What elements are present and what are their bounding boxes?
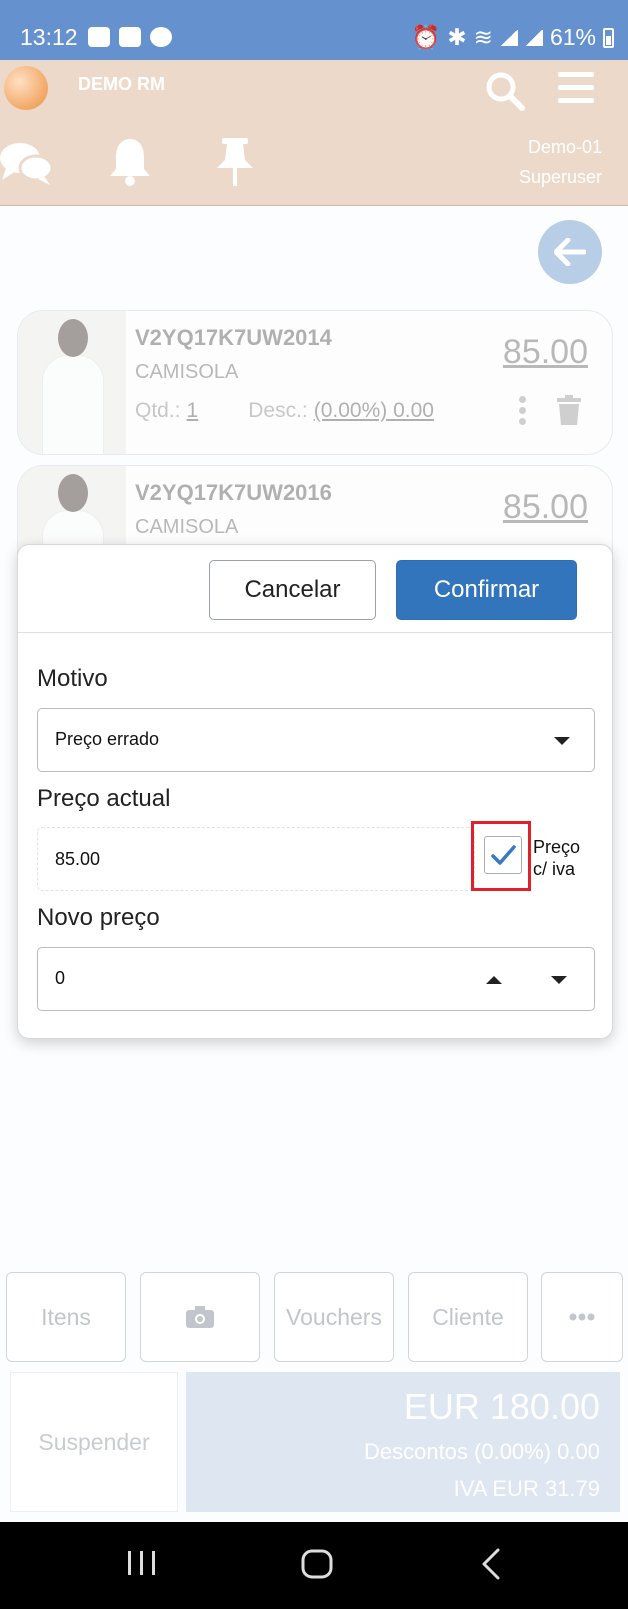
home-icon[interactable] bbox=[300, 1548, 334, 1580]
pin-icon[interactable] bbox=[214, 136, 256, 188]
battery-icon bbox=[603, 27, 614, 48]
app-name: DEMO RM bbox=[78, 74, 165, 94]
trash-icon[interactable] bbox=[556, 395, 582, 425]
chat-icon[interactable] bbox=[0, 140, 54, 186]
price-change-dialog: Cancelar Confirmar Motivo Preço errado P… bbox=[17, 544, 613, 1039]
back-nav-icon[interactable] bbox=[480, 1548, 502, 1580]
product-price[interactable]: 85.00 bbox=[503, 488, 588, 527]
reason-value: Preço errado bbox=[55, 729, 160, 749]
vouchers-button[interactable]: Vouchers bbox=[274, 1272, 394, 1362]
totals-panel[interactable]: EUR 180.00 Descontos (0.00%) 0.00 IVA EU… bbox=[186, 1372, 620, 1512]
confirm-button[interactable]: Confirmar bbox=[396, 560, 577, 620]
client-button[interactable]: Cliente bbox=[408, 1272, 528, 1362]
reason-select[interactable]: Preço errado bbox=[37, 708, 595, 772]
discount-value[interactable]: (0.00%) 0.00 bbox=[314, 399, 434, 423]
total-amount: EUR 180.00 bbox=[403, 1386, 600, 1427]
discount-summary: Descontos (0.00%) 0.00 bbox=[363, 1439, 600, 1464]
signal-icon bbox=[499, 29, 518, 46]
gallery-icon bbox=[119, 27, 141, 47]
chevron-down-icon bbox=[554, 737, 570, 745]
alarm-icon: ⏰ bbox=[411, 24, 441, 50]
back-button[interactable] bbox=[538, 220, 602, 284]
bluetooth-icon: ✱ bbox=[447, 24, 467, 50]
qty-label: Qtd.: bbox=[135, 399, 181, 422]
current-price-label: Preço actual bbox=[37, 785, 171, 812]
reason-label: Motivo bbox=[37, 665, 108, 692]
current-price-field: 85.00 bbox=[37, 827, 475, 891]
system-nav-bar bbox=[0, 1522, 628, 1609]
discount-label: Desc.: bbox=[248, 399, 308, 422]
user-store: Demo-01 bbox=[527, 137, 602, 157]
product-image bbox=[18, 311, 126, 454]
vat-summary: IVA EUR 31.79 bbox=[453, 1476, 600, 1501]
product-price[interactable]: 85.00 bbox=[503, 333, 588, 372]
decrement-icon[interactable] bbox=[551, 976, 567, 984]
suspend-button[interactable]: Suspender bbox=[10, 1372, 178, 1512]
user-info: Demo-01 Superuser bbox=[519, 132, 602, 192]
items-button[interactable]: Itens bbox=[6, 1272, 126, 1362]
wifi-icon: ≋ bbox=[473, 24, 493, 50]
menu-icon[interactable] bbox=[558, 72, 594, 104]
bell-icon[interactable] bbox=[108, 136, 152, 186]
camera-icon bbox=[186, 1306, 214, 1328]
current-price-value: 85.00 bbox=[55, 849, 101, 869]
recent-apps-icon[interactable] bbox=[126, 1548, 158, 1578]
new-price-value: 0 bbox=[55, 968, 66, 988]
new-price-input[interactable]: 0 bbox=[37, 947, 595, 1011]
product-sku: V2YQ17K7UW2016 bbox=[135, 480, 332, 505]
app-header: DEMO RM Demo-01 Superuser bbox=[0, 60, 628, 206]
increment-icon[interactable] bbox=[486, 976, 502, 984]
more-button[interactable] bbox=[541, 1272, 623, 1362]
qty-value[interactable]: 1 bbox=[187, 399, 199, 423]
camera-button[interactable] bbox=[140, 1272, 260, 1362]
battery-percent: 61% bbox=[549, 24, 596, 50]
product-description: CAMISOLA bbox=[135, 361, 239, 383]
user-role: Superuser bbox=[518, 167, 602, 187]
signal-icon-2 bbox=[524, 29, 543, 46]
new-price-label: Novo preço bbox=[37, 904, 160, 931]
vat-included-label: Preço c/ iva bbox=[533, 837, 581, 879]
arrow-left-icon bbox=[554, 238, 586, 266]
product-card[interactable]: V2YQ17K7UW2014 CAMISOLA 85.00 Qtd.: 1 De… bbox=[17, 310, 613, 455]
status-time: 13:12 bbox=[20, 24, 78, 50]
product-description: CAMISOLA bbox=[135, 516, 239, 538]
youtube-icon bbox=[88, 27, 110, 47]
app-logo bbox=[4, 66, 48, 110]
product-sku: V2YQ17K7UW2014 bbox=[135, 325, 332, 350]
more-horizontal-icon bbox=[569, 1313, 595, 1321]
status-bar: 13:12 ⏰ ✱ ≋ 61% bbox=[0, 0, 628, 60]
check-icon bbox=[491, 845, 516, 865]
dialog-header: Cancelar Confirmar bbox=[18, 545, 612, 633]
search-icon[interactable] bbox=[484, 70, 526, 112]
chrome-icon bbox=[150, 27, 172, 47]
vat-included-checkbox[interactable] bbox=[484, 836, 522, 874]
more-vertical-icon[interactable] bbox=[519, 395, 526, 425]
cancel-button[interactable]: Cancelar bbox=[209, 560, 376, 620]
